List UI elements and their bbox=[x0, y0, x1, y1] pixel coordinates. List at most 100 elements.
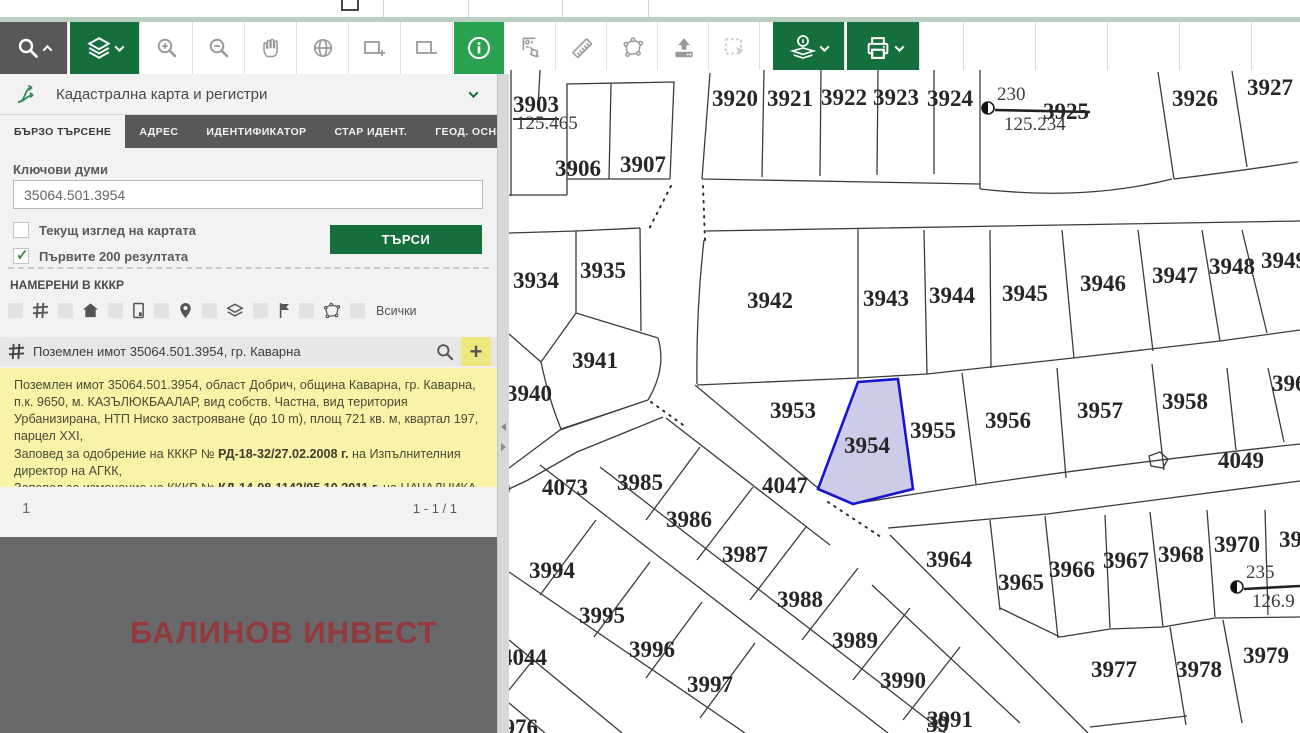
select-box-button[interactable] bbox=[710, 22, 760, 74]
result-item-title: Поземлен имот 35064.501.3954, гр. Каварн… bbox=[33, 344, 301, 359]
layers-icon bbox=[86, 35, 112, 61]
zoom-out-button[interactable] bbox=[194, 22, 245, 74]
select-box-icon bbox=[722, 35, 748, 61]
parcel-grid-icon bbox=[32, 302, 49, 319]
page-number[interactable]: 1 bbox=[22, 500, 30, 517]
result-details-main: Поземлен имот 35064.501.3954, област Доб… bbox=[14, 377, 483, 446]
map-label-3926: 3926 bbox=[1172, 86, 1218, 112]
expand-right-icon[interactable] bbox=[501, 443, 506, 451]
map-label-3996: 3996 bbox=[629, 637, 675, 663]
filter-checkbox-zone[interactable] bbox=[299, 303, 314, 318]
map-label-3927: 3927 bbox=[1247, 75, 1293, 101]
filter-all-label: Всички bbox=[376, 304, 417, 318]
filter-checkbox-layers[interactable] bbox=[202, 303, 217, 318]
map-label-39: 39 bbox=[1279, 527, 1300, 553]
map-label-3965: 3965 bbox=[998, 570, 1044, 596]
tab-address[interactable]: АДРЕС bbox=[125, 115, 192, 148]
layers-icon bbox=[226, 302, 244, 319]
collapse-left-icon[interactable] bbox=[501, 423, 506, 431]
zoom-box-out-icon bbox=[414, 36, 440, 60]
legend-button[interactable] bbox=[773, 22, 845, 74]
layers-button[interactable] bbox=[70, 22, 140, 74]
strip-divider bbox=[383, 0, 384, 17]
map-label-3989: 3989 bbox=[832, 628, 878, 654]
map-label-396: 396 bbox=[1272, 371, 1300, 397]
filter-checkbox-point[interactable] bbox=[154, 303, 169, 318]
map-label-3968: 3968 bbox=[1158, 542, 1204, 568]
filter-checkbox-parcel[interactable] bbox=[8, 303, 23, 318]
search-tabs: БЪРЗО ТЪРСЕНЕ АДРЕС ИДЕНТИФИКАТОР СТАР И… bbox=[0, 115, 497, 148]
location-pin-icon bbox=[178, 302, 193, 319]
first200-checkbox-row[interactable]: ✓ Първите 200 резултата bbox=[13, 248, 188, 264]
map-label-3934: 3934 bbox=[513, 268, 559, 294]
map-label-3935: 3935 bbox=[580, 258, 626, 284]
map-label-3955: 3955 bbox=[910, 418, 956, 444]
map-label-3978: 3978 bbox=[1176, 657, 1222, 683]
map-label-3976: 3976 bbox=[509, 715, 538, 733]
info-button[interactable] bbox=[454, 22, 504, 74]
tab-quick-search[interactable]: БЪРЗО ТЪРСЕНЕ bbox=[0, 115, 125, 148]
tab-old-identifier[interactable]: СТАР ИДЕНТ. bbox=[320, 115, 421, 148]
measure-area-icon bbox=[620, 35, 646, 61]
map-label-4044: 4044 bbox=[509, 645, 547, 671]
map-label-3994: 3994 bbox=[529, 558, 575, 584]
zoom-out-icon bbox=[207, 36, 231, 60]
pan-button[interactable] bbox=[246, 22, 297, 74]
map-label-3906: 3906 bbox=[555, 156, 601, 182]
zoom-box-in-icon bbox=[362, 36, 388, 60]
full-extent-button[interactable] bbox=[298, 22, 349, 74]
map-label-3964: 3964 bbox=[926, 547, 972, 573]
map-label-3907: 3907 bbox=[620, 152, 666, 178]
map-label-3947: 3947 bbox=[1152, 263, 1198, 289]
map-label-4073: 4073 bbox=[542, 475, 588, 501]
current-view-checkbox-row[interactable]: ✓ Текущ изглед на картата bbox=[13, 222, 196, 238]
measure-area-button[interactable] bbox=[608, 22, 658, 74]
current-view-checkbox[interactable]: ✓ bbox=[13, 222, 29, 238]
map-label-235: 235 bbox=[1246, 562, 1275, 584]
sidebar-resize-handle[interactable] bbox=[497, 74, 509, 733]
print-button[interactable] bbox=[847, 22, 920, 74]
current-view-label: Текущ изглед на картата bbox=[39, 223, 196, 238]
service-selector[interactable]: Кадастрална карта и регистри bbox=[0, 74, 497, 115]
result-list-item[interactable]: Поземлен имот 35064.501.3954, гр. Каварн… bbox=[0, 337, 497, 366]
print-icon bbox=[864, 34, 892, 62]
map-label-230: 230 bbox=[997, 84, 1026, 106]
map-label-3920: 3920 bbox=[712, 86, 758, 112]
filter-checkbox-scheme[interactable] bbox=[108, 303, 123, 318]
zoom-to-result-icon[interactable] bbox=[435, 342, 455, 362]
filter-checkbox-building[interactable] bbox=[58, 303, 73, 318]
add-result-button[interactable]: + bbox=[461, 337, 491, 366]
ruler-button[interactable] bbox=[557, 22, 607, 74]
keywords-input[interactable] bbox=[13, 180, 483, 209]
map-label-3946: 3946 bbox=[1080, 271, 1126, 297]
measure-distance-button[interactable] bbox=[506, 22, 556, 74]
tab-identifier[interactable]: ИДЕНТИФИКАТОР bbox=[192, 115, 320, 148]
map-label-3943: 3943 bbox=[863, 286, 909, 312]
search-panel-button[interactable] bbox=[0, 22, 68, 74]
route-icon bbox=[16, 83, 42, 105]
filter-checkbox-all[interactable] bbox=[350, 303, 365, 318]
map-label-3979: 3979 bbox=[1243, 643, 1289, 669]
upload-icon bbox=[671, 35, 697, 61]
filter-checkbox-flag[interactable] bbox=[253, 303, 268, 318]
map-canvas[interactable]: 3903125.46539063907392039213922392339242… bbox=[509, 70, 1300, 733]
map-label-3990: 3990 bbox=[880, 668, 926, 694]
first200-checkbox[interactable]: ✓ bbox=[13, 248, 29, 264]
map-label-3958: 3958 bbox=[1162, 389, 1208, 415]
result-details-approval: Заповед за одобрение на КККР № РД-18-32/… bbox=[14, 446, 483, 480]
zoom-box-out-button[interactable] bbox=[402, 22, 453, 74]
dashed-separator bbox=[8, 267, 489, 269]
page-range: 1 - 1 / 1 bbox=[413, 501, 457, 516]
ruler-icon bbox=[569, 35, 595, 61]
map-label-39: 39 bbox=[926, 712, 949, 733]
watermark-text: БАЛИНОВ ИНВЕСТ bbox=[130, 615, 438, 651]
chevron-down-icon bbox=[820, 42, 830, 52]
keywords-label: Ключови думи bbox=[13, 162, 108, 177]
zoom-box-in-button[interactable] bbox=[350, 22, 401, 74]
search-submit-button[interactable]: ТЪРСИ bbox=[330, 225, 482, 254]
strip-divider bbox=[468, 0, 469, 17]
chevron-up-icon bbox=[43, 44, 53, 54]
map-label-3953: 3953 bbox=[770, 398, 816, 424]
zoom-in-button[interactable] bbox=[142, 22, 193, 74]
upload-button[interactable] bbox=[659, 22, 709, 74]
